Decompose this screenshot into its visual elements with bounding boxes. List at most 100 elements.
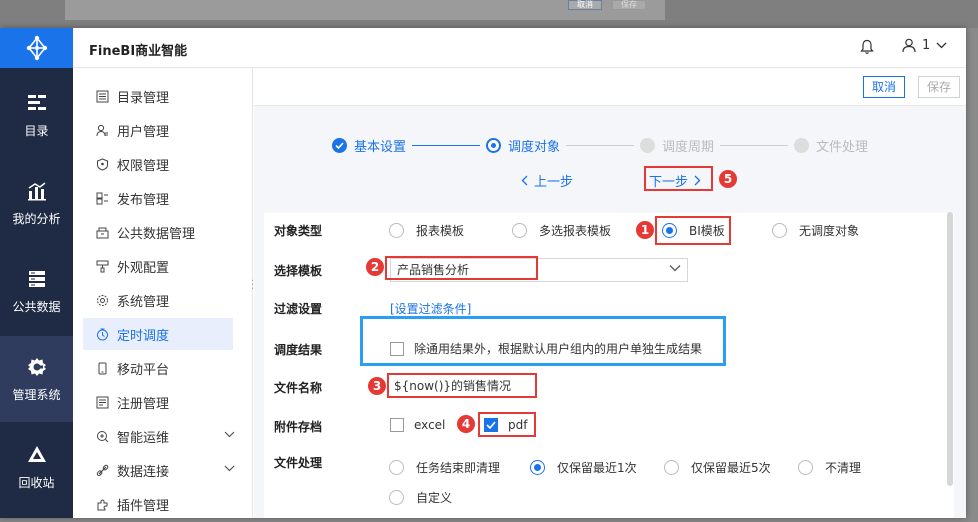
save-button[interactable]: 保存 — [918, 76, 961, 98]
attachment-label: 附件存档 — [274, 420, 323, 434]
result-label: 调度结果 — [274, 343, 323, 357]
highlight-pdf — [478, 412, 536, 437]
background-gap — [966, 28, 978, 522]
radio-keep-last-5[interactable]: 仅保留最近5次 — [664, 459, 771, 476]
highlight-schedule-result — [360, 316, 726, 366]
rail-item-label: 回收站 — [18, 475, 55, 490]
object-type-label: 对象类型 — [274, 224, 323, 238]
step-schedule-object[interactable]: 调度对象 — [486, 136, 560, 155]
top-header: FineBI商业智能 1 — [0, 28, 966, 68]
highlight-file-name — [387, 373, 537, 398]
rail-item-label: 我的分析 — [12, 211, 61, 226]
highlight-template-select — [385, 256, 538, 280]
menu-item-publish[interactable]: 发布管理 — [83, 182, 233, 214]
menu-item-user[interactable]: 用户管理 — [83, 114, 233, 146]
pending-step-icon — [640, 137, 656, 153]
recycle-icon — [27, 445, 46, 462]
excel-checkbox[interactable]: excel — [390, 418, 445, 432]
check-icon — [332, 137, 347, 153]
highlight-bi-template — [655, 216, 731, 245]
highlight-next-step — [644, 166, 713, 191]
chevron-down-icon — [224, 465, 235, 472]
annotation-badge-1: 1 — [636, 221, 654, 239]
step-basic-settings[interactable]: 基本设置 — [332, 136, 406, 155]
menu-item-register[interactable]: 注册管理 — [83, 386, 233, 418]
step-schedule-cycle[interactable]: 调度周期 — [640, 136, 714, 155]
annotation-badge-3: 3 — [368, 377, 386, 395]
bell-icon[interactable] — [860, 39, 874, 55]
background-cancel-button: 取消 — [568, 0, 602, 10]
user-count: 1 — [922, 38, 931, 53]
menu-item-ops[interactable]: 智能运维 — [83, 420, 235, 452]
link-icon — [95, 463, 109, 477]
user-icon — [95, 123, 109, 137]
analysis-icon — [27, 181, 46, 200]
background-save-button: 保存 — [612, 0, 646, 10]
form-scrollbar[interactable] — [947, 212, 953, 486]
public-data-icon — [28, 270, 45, 287]
annotation-badge-2: 2 — [366, 258, 384, 276]
radio-multi-report-template[interactable]: 多选报表模板 — [512, 222, 611, 239]
catalog-icon — [27, 94, 46, 110]
step-file-handling[interactable]: 文件处理 — [794, 136, 868, 155]
clock-icon — [95, 327, 109, 341]
filter-label: 过滤设置 — [274, 302, 323, 316]
register-icon — [95, 395, 109, 409]
rail-item-public-data[interactable]: 公共数据 — [0, 248, 73, 334]
file-name-label: 文件名称 — [274, 381, 323, 395]
prev-step-button[interactable]: 上一步 — [521, 171, 573, 190]
app-title: FineBI商业智能 — [89, 44, 188, 59]
management-menu: 目录管理 用户管理 权限管理 发布管理 公共数据管理 外观配置 系统管理 定时调… — [73, 68, 253, 518]
ops-icon — [95, 429, 109, 443]
background-page: 取消 保存 — [0, 0, 978, 28]
menu-item-data-connection[interactable]: 数据连接 — [83, 454, 235, 486]
chevron-down-icon — [936, 42, 947, 49]
action-toolbar: 取消 保存 — [254, 68, 966, 106]
rail-item-management[interactable]: 管理系统 — [0, 336, 73, 422]
menu-item-plugin[interactable]: 插件管理 — [83, 488, 233, 520]
step-connector — [720, 144, 789, 146]
shield-icon — [95, 157, 109, 171]
radio-custom[interactable]: 自定义 — [389, 489, 452, 506]
radio-no-clean[interactable]: 不清理 — [798, 459, 861, 476]
menu-item-mobile[interactable]: 移动平台 — [83, 352, 233, 384]
step-connector — [566, 144, 635, 146]
rail-item-label: 公共数据 — [12, 299, 61, 314]
rail-item-label: 管理系统 — [12, 387, 61, 402]
box-icon — [95, 225, 109, 239]
primary-nav-rail: 目录 我的分析 公共数据 管理系统 回收站 — [0, 68, 73, 518]
menu-item-schedule[interactable]: 定时调度 — [83, 318, 233, 350]
menu-item-appearance[interactable]: 外观配置 — [83, 250, 233, 282]
radio-keep-last-1[interactable]: 仅保留最近1次 — [530, 459, 637, 476]
chevron-left-icon — [521, 175, 528, 186]
chevron-down-icon — [224, 431, 235, 438]
set-filter-link[interactable]: [设置过滤条件] — [390, 300, 471, 317]
publish-icon — [95, 191, 109, 205]
plugin-icon — [95, 497, 109, 511]
rail-item-catalog[interactable]: 目录 — [0, 72, 73, 158]
pending-step-icon — [794, 137, 810, 153]
menu-item-public-data[interactable]: 公共数据管理 — [83, 216, 233, 248]
rail-item-analysis[interactable]: 我的分析 — [0, 160, 73, 246]
radio-report-template[interactable]: 报表模板 — [389, 222, 464, 239]
gear-icon — [27, 357, 46, 376]
menu-item-permission[interactable]: 权限管理 — [83, 148, 233, 180]
cancel-button[interactable]: 取消 — [863, 76, 906, 98]
annotation-badge-5: 5 — [719, 170, 737, 188]
user-icon — [902, 38, 916, 53]
template-label: 选择模板 — [274, 264, 323, 278]
menu-item-system[interactable]: 系统管理 — [83, 284, 233, 316]
current-step-icon — [486, 137, 502, 153]
menu-item-catalog[interactable]: 目录管理 — [83, 80, 233, 112]
list-icon — [95, 89, 109, 103]
app-logo[interactable] — [0, 28, 73, 68]
brush-icon — [95, 259, 109, 273]
rail-item-recycle[interactable]: 回收站 — [0, 424, 73, 510]
chevron-down-icon — [669, 265, 681, 272]
user-menu[interactable]: 1 — [902, 38, 947, 53]
rail-item-label: 目录 — [24, 123, 49, 138]
step-progress: 基本设置 调度对象 调度周期 文件处理 — [332, 136, 868, 155]
radio-clean-on-finish[interactable]: 任务结束即清理 — [389, 459, 500, 476]
schedule-content: 取消 保存 基本设置 调度对象 调度周期 文件处理 上一步 下一步 — [254, 68, 966, 518]
radio-no-object[interactable]: 无调度对象 — [772, 222, 859, 239]
